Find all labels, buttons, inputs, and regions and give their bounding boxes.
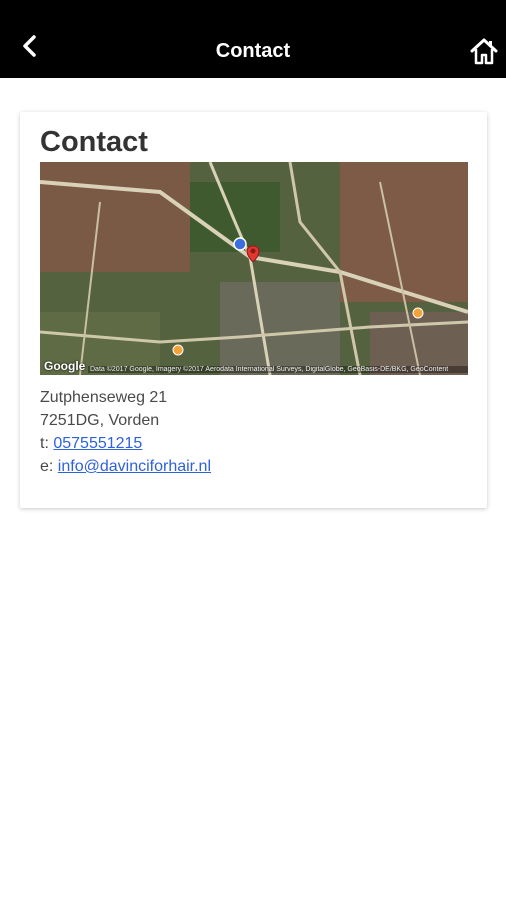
google-logo: Google [44,359,86,373]
app-bar: Contact [0,0,506,78]
contact-card: Contact Google Data ©2017 Google, Imager… [20,112,487,508]
map-attribution: Data ©2017 Google, Imagery ©2017 Aerodat… [88,366,468,373]
address-block: Zutphenseweg 21 7251DG, Vorden t: 057555… [40,386,211,478]
phone-prefix: t: [40,435,49,452]
email-link[interactable]: info@davinciforhair.nl [58,458,211,475]
address-city: 7251DG, Vorden [40,412,160,429]
map-view[interactable]: Google Data ©2017 Google, Imagery ©2017 … [40,162,468,375]
home-icon [470,38,498,65]
card-title: Contact [40,126,148,158]
home-button[interactable] [468,34,500,68]
address-street: Zutphenseweg 21 [40,389,168,406]
phone-link[interactable]: 0575551215 [53,435,142,452]
email-prefix: e: [40,458,54,475]
email-line: e: info@davinciforhair.nl [40,455,211,478]
phone-line: t: 0575551215 [40,432,211,455]
page-title: Contact [215,40,291,62]
map-imagery [40,162,468,375]
